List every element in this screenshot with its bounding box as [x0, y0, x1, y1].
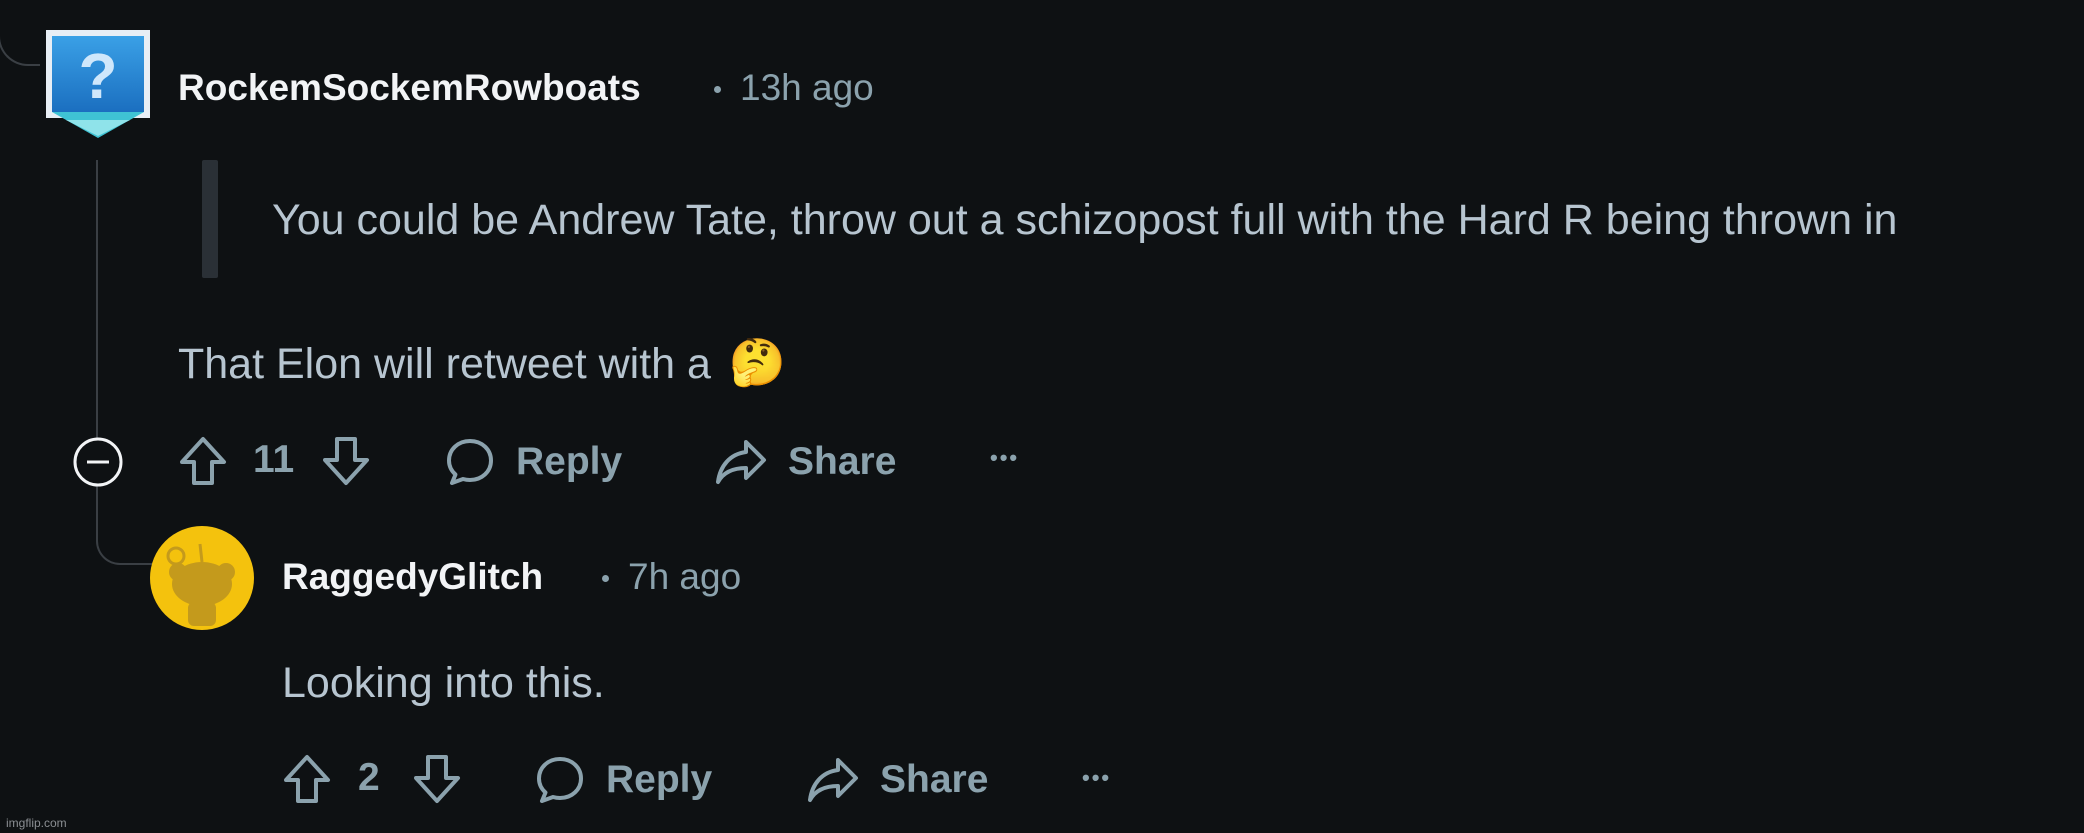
- comment1-share-label: Share: [788, 440, 897, 483]
- svg-text:?: ?: [78, 40, 117, 112]
- comment1-username[interactable]: RockemSockemRowboats: [178, 66, 641, 110]
- comment2-more-options-icon[interactable]: •••: [1082, 756, 1111, 800]
- comment2-vote-count: 2: [358, 756, 380, 799]
- comment1-share-button[interactable]: Share: [714, 436, 896, 488]
- comment1-reply-label: Reply: [516, 440, 623, 483]
- comment1-body: That Elon will retweet with a 🤔: [178, 337, 786, 389]
- comment1-blockquote-text: You could be Andrew Tate, throw out a sc…: [272, 196, 1898, 244]
- comment2-body: Looking into this.: [282, 659, 605, 707]
- comment1-vote-count: 11: [253, 438, 295, 481]
- comment2-share-label: Share: [880, 758, 989, 801]
- comment2-reply-button[interactable]: Reply: [534, 754, 712, 806]
- comment1-separator-dot: [714, 86, 721, 93]
- collapse-thread-icon[interactable]: [72, 436, 124, 488]
- avatar-snoo-icon[interactable]: [150, 526, 254, 630]
- comment-bubble-icon: [447, 439, 493, 485]
- comment1-timestamp[interactable]: 13h ago: [740, 66, 874, 110]
- comment-bubble-icon: [537, 757, 583, 803]
- downvote-arrow-icon[interactable]: [410, 752, 464, 806]
- thread-line-upper: [96, 160, 98, 440]
- comment2-separator-dot: [602, 575, 609, 582]
- thread-line-lower: [96, 483, 152, 565]
- comment2-username[interactable]: RaggedyGlitch: [282, 555, 543, 599]
- avatar-question-badge-icon[interactable]: ?: [46, 30, 150, 138]
- comment1-blockquote-bar: [202, 160, 218, 278]
- upvote-arrow-icon[interactable]: [280, 752, 334, 806]
- downvote-arrow-icon[interactable]: [319, 434, 373, 488]
- comment1-body-text: That Elon will retweet with a: [178, 340, 711, 388]
- comment1-reply-button[interactable]: Reply: [444, 436, 622, 488]
- upvote-arrow-icon[interactable]: [176, 434, 230, 488]
- share-arrow-icon: [716, 440, 766, 484]
- comment2-timestamp[interactable]: 7h ago: [628, 555, 741, 599]
- parent-thread-curve: [0, 14, 40, 66]
- share-arrow-icon: [808, 758, 858, 802]
- comment2-reply-label: Reply: [606, 758, 713, 801]
- thinking-face-emoji-icon: 🤔: [728, 336, 787, 388]
- comment1-more-options-icon[interactable]: •••: [990, 436, 1019, 480]
- imgflip-watermark: imgflip.com: [6, 816, 67, 830]
- comment2-share-button[interactable]: Share: [806, 754, 988, 806]
